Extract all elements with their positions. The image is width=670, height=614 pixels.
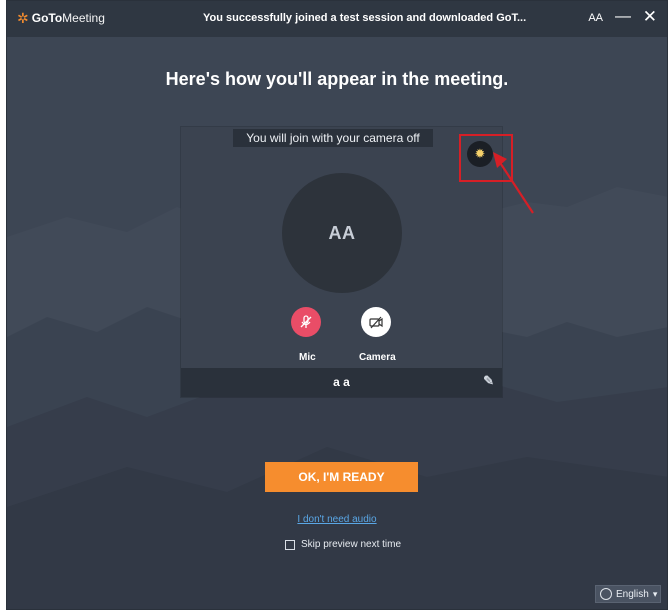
display-name: a a [333,375,350,389]
globe-icon [600,588,612,600]
avatar-initials: AA [328,222,356,243]
title-bar: ✲ GoTo Meeting You successfully joined a … [7,1,667,37]
language-select[interactable]: English ▾ [595,585,661,603]
edit-pencil-icon[interactable]: ✎ [483,374,494,387]
close-button[interactable]: ✕ [643,7,657,27]
gotomeeting-logo: ✲ GoTo Meeting [17,11,105,25]
red-arrow-annotation [493,152,534,214]
skip-preview-label: Skip preview next time [301,539,402,550]
mic-toggle-button[interactable] [291,307,321,337]
app-window: ✲ GoTo Meeting You successfully joined a … [6,0,668,610]
logo-bold-text: GoTo [31,11,63,25]
avatar: AA [282,173,402,293]
skip-preview-checkbox[interactable] [285,539,295,550]
logo-mark-icon: ✲ [17,10,29,26]
preview-card: You will join with your camera off ✹ AA … [181,127,502,397]
chevron-down-icon: ▾ [652,588,658,599]
mic-label: Mic [299,352,316,363]
ok-ready-button[interactable]: OK, I'M READY [265,462,418,492]
mic-muted-icon [300,315,312,328]
no-audio-link[interactable]: I don't need audio [7,514,667,525]
camera-off-icon [369,316,383,329]
skip-preview-option[interactable]: Skip preview next time [285,539,401,550]
display-name-bar: a a ✎ [181,368,502,397]
logo-light-text: Meeting [62,11,105,25]
camera-toggle-button[interactable] [361,307,391,337]
user-initials[interactable]: AA [588,12,603,24]
camera-off-notice: You will join with your camera off [233,129,433,147]
minimize-button[interactable]: — [615,8,631,26]
language-selected: English [616,588,649,600]
page-heading: Here's how you'll appear in the meeting. [165,69,509,89]
window-title: You successfully joined a test session a… [203,12,527,24]
camera-label: Camera [359,352,396,363]
